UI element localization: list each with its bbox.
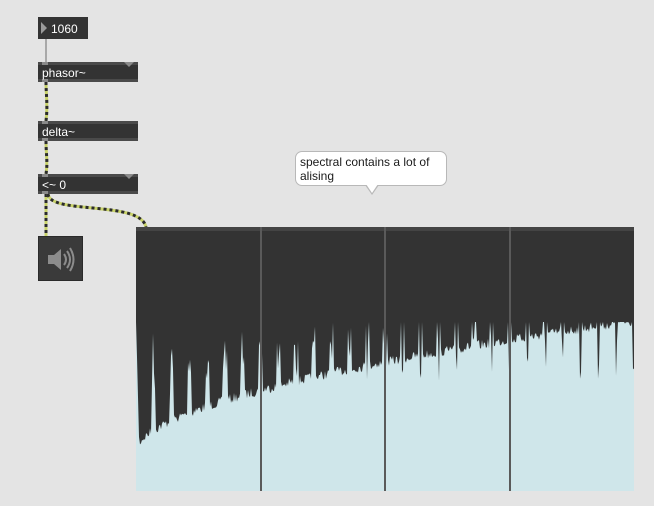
signal-cord-delta-lessthan[interactable]	[44, 140, 49, 175]
less-than-object[interactable]: <~ 0	[38, 174, 138, 194]
comment-bubble[interactable]: spectral contains a lot of alising	[295, 151, 447, 186]
object-label: phasor~	[42, 66, 86, 80]
spectrum-plot	[136, 227, 634, 491]
speaker-icon	[48, 247, 75, 272]
patcher-canvas: 1060 phasor~ delta~ <~ 0 spectral contai…	[0, 0, 654, 506]
delta-object[interactable]: delta~	[38, 121, 138, 141]
phasor-object[interactable]: phasor~	[38, 62, 138, 82]
inlet-corner-icon	[124, 62, 134, 67]
spectroscope[interactable]	[136, 227, 634, 491]
ezdac-object[interactable]	[38, 236, 83, 281]
signal-cord-lessthan-scope[interactable]	[46, 193, 148, 228]
number-arrow-icon	[41, 22, 47, 34]
number-box[interactable]: 1060	[38, 17, 88, 39]
object-label: delta~	[42, 125, 76, 139]
object-label: <~ 0	[42, 178, 67, 192]
comment-tail-inner	[366, 184, 378, 193]
number-value: 1060	[51, 22, 78, 36]
inlet-corner-icon	[124, 174, 134, 179]
signal-cord-phasor-delta[interactable]	[44, 81, 49, 122]
comment-text: spectral contains a lot of alising	[300, 155, 430, 183]
